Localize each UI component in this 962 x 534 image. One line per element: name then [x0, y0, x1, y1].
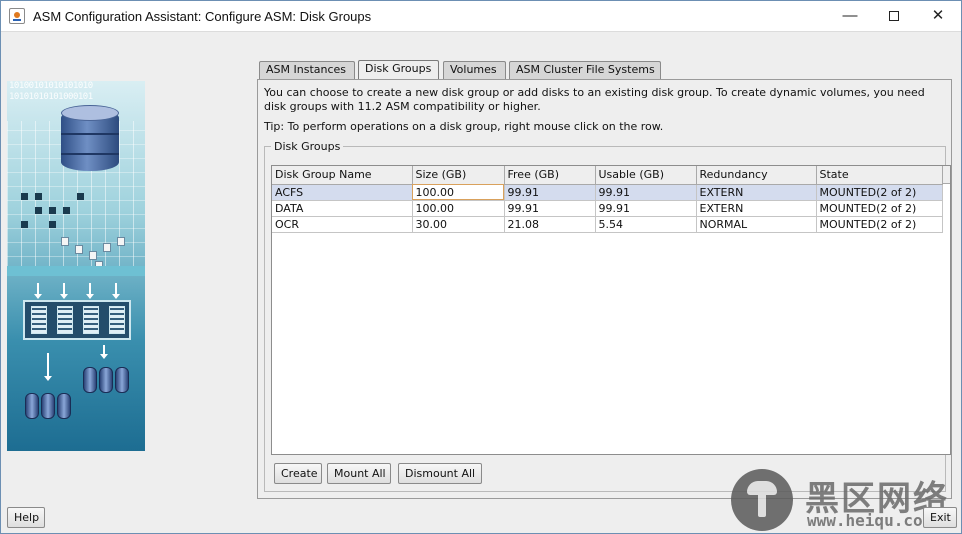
database-top: [61, 105, 119, 121]
cell-usable: 99.91: [595, 184, 697, 201]
cell-free: 99.91: [504, 184, 596, 201]
asm-illustration: 10100101010101010 10101010101000101: [7, 81, 145, 451]
tip-text: Tip: To perform operations on a disk gro…: [264, 120, 664, 133]
down-arrow-icon: [100, 345, 108, 359]
tab-asm-instances[interactable]: ASM Instances: [259, 61, 355, 79]
app-window: ASM Configuration Assistant: Configure A…: [0, 0, 962, 534]
disk-icon: [99, 367, 113, 393]
table-row[interactable]: DATA 100.00 99.91 99.91 EXTERN MOUNTED(2…: [272, 200, 943, 217]
cell-name: ACFS: [272, 184, 413, 201]
table-corner: [942, 166, 950, 184]
mount-all-button[interactable]: Mount All: [327, 463, 391, 484]
cell-state: MOUNTED(2 of 2): [816, 184, 943, 201]
down-arrow-icon: [112, 283, 120, 299]
storage-rack-icon: [23, 300, 131, 340]
cell-free: 21.08: [504, 216, 596, 233]
disk-icon: [57, 393, 71, 419]
column-header-state[interactable]: State: [816, 166, 943, 185]
cell-name: DATA: [272, 200, 413, 217]
column-header-name[interactable]: Disk Group Name: [272, 166, 413, 185]
watermark-logo-icon: [731, 469, 793, 531]
exit-button[interactable]: Exit: [923, 507, 957, 528]
watermark-url: www.heiqu.com: [807, 511, 933, 530]
database-band: [61, 133, 119, 135]
cell-state: MOUNTED(2 of 2): [816, 216, 943, 233]
section-title: Disk Groups: [271, 140, 344, 153]
disk-icon: [115, 367, 129, 393]
column-header-redundancy[interactable]: Redundancy: [696, 166, 817, 185]
disk-icon: [83, 367, 97, 393]
maximize-button[interactable]: [871, 1, 917, 32]
disk-groups-panel: You can choose to create a new disk grou…: [257, 79, 952, 499]
help-button[interactable]: Help: [7, 507, 45, 528]
disk-groups-section: Disk Groups Disk Group Name Size (GB) Fr…: [264, 140, 951, 492]
title-bar: ASM Configuration Assistant: Configure A…: [1, 1, 961, 32]
table-row[interactable]: OCR 30.00 21.08 5.54 NORMAL MOUNTED(2 of…: [272, 216, 943, 233]
close-button[interactable]: ✕: [915, 1, 961, 32]
cell-name: OCR: [272, 216, 413, 233]
cell-redundancy: EXTERN: [696, 184, 817, 201]
cell-state: MOUNTED(2 of 2): [816, 200, 943, 217]
database-band: [61, 153, 119, 155]
java-app-icon: [9, 8, 25, 24]
cell-redundancy: NORMAL: [696, 216, 817, 233]
disk-icon: [25, 393, 39, 419]
tab-asm-cluster-file-systems[interactable]: ASM Cluster File Systems: [509, 61, 661, 79]
cell-redundancy: EXTERN: [696, 200, 817, 217]
disk-groups-table[interactable]: Disk Group Name Size (GB) Free (GB) Usab…: [271, 165, 951, 455]
window-title: ASM Configuration Assistant: Configure A…: [33, 9, 372, 24]
description-text: You can choose to create a new disk grou…: [264, 86, 925, 113]
disk-icon: [41, 393, 55, 419]
cell-size: 100.00: [412, 184, 505, 201]
tab-volumes[interactable]: Volumes: [443, 61, 506, 79]
cell-free: 99.91: [504, 200, 596, 217]
tab-disk-groups[interactable]: Disk Groups: [358, 60, 439, 79]
dismount-all-button[interactable]: Dismount All: [398, 463, 482, 484]
maximize-icon: [889, 11, 899, 21]
cell-size: 100.00: [412, 200, 505, 217]
column-header-usable[interactable]: Usable (GB): [595, 166, 697, 185]
table-row[interactable]: ACFS 100.00 99.91 99.91 EXTERN MOUNTED(2…: [272, 184, 943, 201]
down-arrow-icon: [86, 283, 94, 299]
table-header-row: Disk Group Name Size (GB) Free (GB) Usab…: [272, 166, 943, 185]
cell-size: 30.00: [412, 216, 505, 233]
column-header-free[interactable]: Free (GB): [504, 166, 596, 185]
down-arrow-icon: [44, 353, 52, 381]
minimize-button[interactable]: —: [827, 1, 873, 32]
create-button[interactable]: Create: [274, 463, 322, 484]
cell-usable: 5.54: [595, 216, 697, 233]
illustration-band: [7, 266, 145, 276]
down-arrow-icon: [60, 283, 68, 299]
down-arrow-icon: [34, 283, 42, 299]
cell-usable: 99.91: [595, 200, 697, 217]
column-header-size[interactable]: Size (GB): [412, 166, 505, 185]
